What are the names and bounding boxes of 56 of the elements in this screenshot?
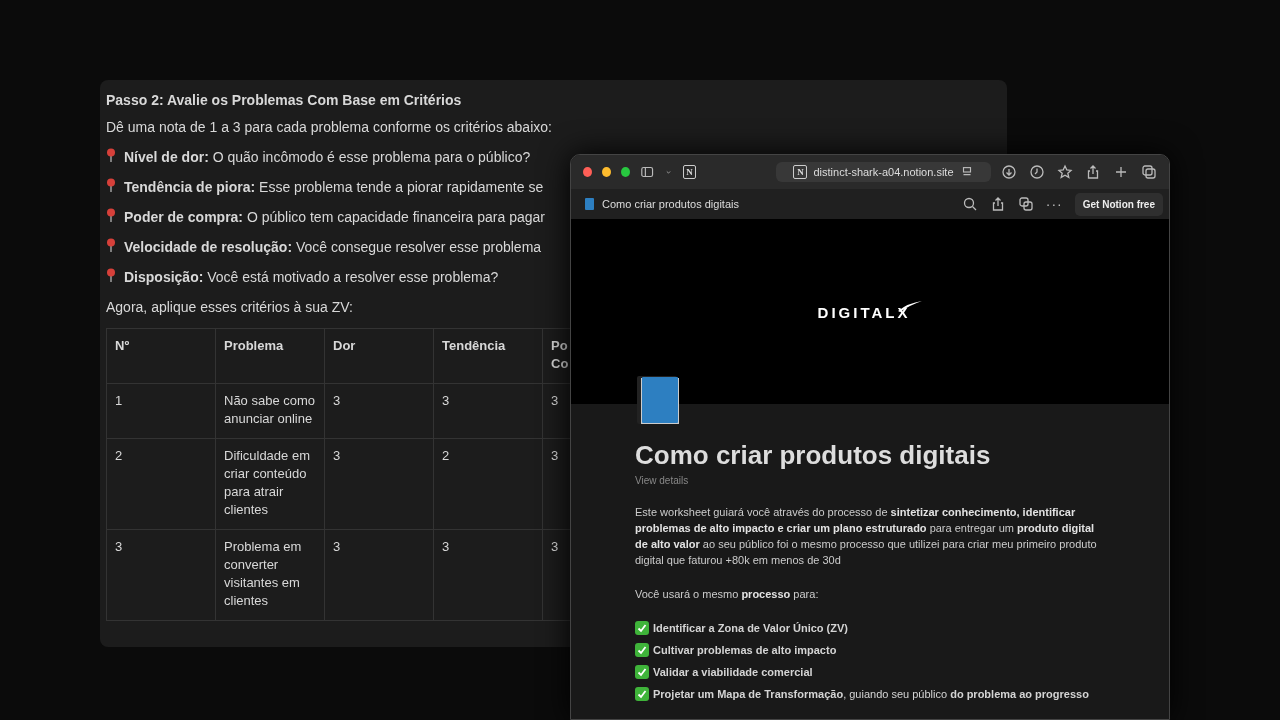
pin-icon (106, 268, 116, 282)
criterion-text: Poder de compra: O público tem capacidade financeira para pagar (124, 208, 545, 227)
book-icon (635, 374, 681, 426)
table-cell: 3 (106, 529, 216, 621)
criterion-text: Disposição: Você está motivado a resolver esse problema? (124, 268, 499, 287)
checklist-item: Cultivar problemas de alto impacto (653, 643, 837, 658)
brand-logo: DIGITALX (817, 304, 923, 321)
page-tab-title[interactable]: Como criar produtos digitais (602, 198, 739, 210)
column-header: Dor (324, 328, 434, 384)
address-field[interactable]: N distinct-shark-a04.notion.site (775, 162, 992, 182)
column-header: Problema (215, 328, 325, 384)
checklist-item: Projetar um Mapa de Transformação, guiando seu público do problema ao progresso (653, 687, 1089, 702)
table-cell: 3 (433, 383, 543, 439)
notion-logo[interactable]: N (683, 165, 696, 179)
star-icon[interactable] (1057, 164, 1074, 180)
criterion-text: Velocidade de resolução: Você consegue resolver esse problema (124, 238, 542, 257)
tabs-icon[interactable] (1141, 164, 1158, 180)
search-icon[interactable] (961, 196, 978, 212)
more-button[interactable]: ··· (1045, 196, 1063, 212)
intro-text: Dê uma nota de 1 a 3 para cada problema conforme os critérios abaixo: (106, 118, 553, 137)
table-cell: 3 (433, 529, 543, 621)
book-icon (585, 198, 594, 210)
sidebar-icon[interactable] (639, 164, 655, 180)
table-cell: 2 (433, 438, 543, 530)
page-title: Como criar produtos digitais (635, 440, 992, 470)
table-cell: 3 (324, 438, 434, 530)
table-cell: Problema em converter visitantes em clientes (215, 529, 325, 621)
table-cell: Dificuldade em criar conteúdo para atrair clientes (215, 438, 325, 530)
notion-logo: N (793, 165, 808, 179)
minimize-button[interactable] (601, 167, 611, 177)
download-icon[interactable] (1001, 164, 1018, 180)
table-cell: 3 (324, 383, 434, 439)
pin-icon (106, 148, 116, 162)
pin-icon (106, 208, 116, 222)
column-header: Nº (106, 328, 216, 384)
table-cell: 1 (106, 383, 216, 439)
section-heading: Passo 2: Avalie os Problemas Com Base em Critérios (106, 92, 463, 108)
instruction-text: Agora, aplique esses critérios à sua ZV: (106, 298, 354, 317)
lead-text: Você usará o mesmo processo para: (635, 587, 820, 602)
criterion-text: Nível de dor: O quão incômodo é esse problema para o público? (124, 148, 531, 167)
table-cell: 2 (106, 438, 216, 530)
checklist-item: Identificar a Zona de Valor Único (ZV) (653, 621, 848, 636)
checklist-item: Validar a viabilidade comercial (653, 665, 813, 680)
pin-icon (106, 178, 116, 192)
pin-icon (106, 238, 116, 252)
column-header: Tendência (433, 328, 543, 384)
criterion-text: Tendência de piora: Esse problema tende a piorar rapidamente se (124, 178, 544, 197)
history-icon[interactable] (1029, 164, 1046, 180)
table-cell: Não sabe como anunciar online (215, 383, 325, 439)
zoom-button[interactable] (620, 167, 630, 177)
close-button[interactable] (583, 167, 592, 177)
get-notion-button[interactable]: Get Notion free (1074, 192, 1163, 216)
view-details-link[interactable]: View details (635, 474, 1105, 488)
duplicate-icon[interactable] (1017, 196, 1034, 212)
description-paragraph: Este worksheet guiará você através do processo de sintetizar conhecimento, identificar problemas de alto impacto e criar um plano estruturado para entregar um produto digital de alto valor ao seu público foi o mesmo processo que utilizei para criar meu primeiro produto digital que faturou +80k em menos de 30d (635, 505, 1098, 568)
table-cell: 3 (324, 529, 434, 621)
